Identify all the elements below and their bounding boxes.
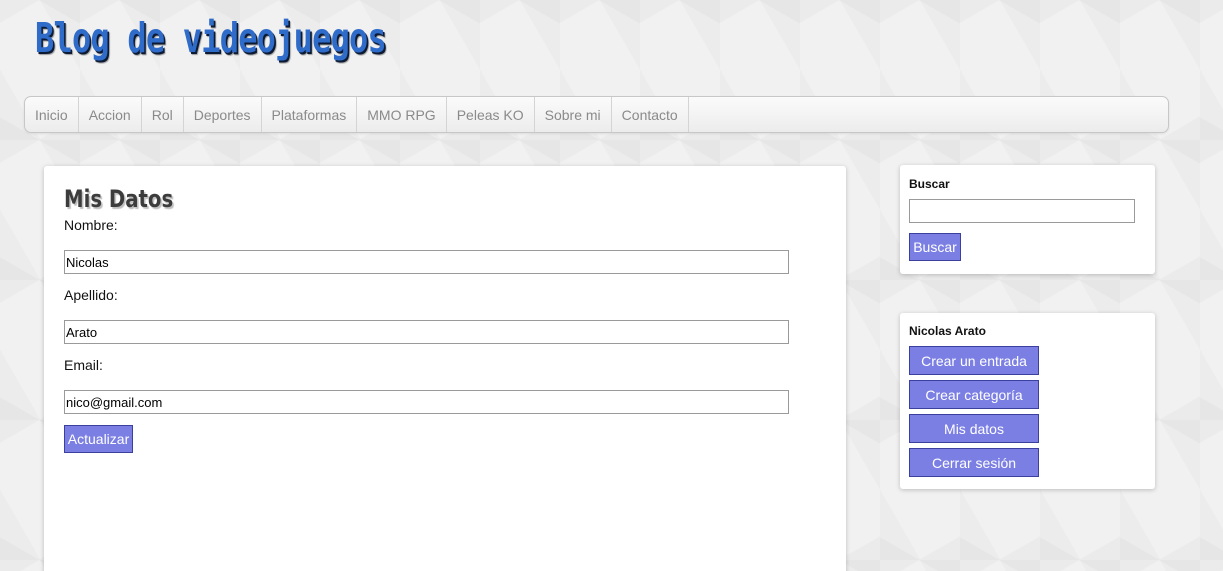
nav-item-deportes[interactable]: Deportes bbox=[184, 97, 262, 132]
search-button[interactable]: Buscar bbox=[909, 233, 961, 261]
nav-item-rol[interactable]: Rol bbox=[142, 97, 184, 132]
create-entry-button[interactable]: Crear un entrada bbox=[909, 346, 1039, 375]
first-name-label: Nombre: bbox=[64, 217, 118, 233]
page-title: Mis Datos bbox=[64, 185, 174, 213]
email-label: Email: bbox=[64, 357, 103, 373]
logout-button[interactable]: Cerrar sesión bbox=[909, 448, 1039, 477]
my-data-panel: Mis Datos Nombre: Apellido: Email: Actua… bbox=[44, 166, 846, 571]
nav-item-peleas-ko[interactable]: Peleas KO bbox=[447, 97, 535, 132]
nav-item-sobre-mi[interactable]: Sobre mi bbox=[535, 97, 612, 132]
email-input[interactable] bbox=[64, 390, 789, 414]
site-title: Blog de videojuegos bbox=[35, 14, 387, 62]
my-data-button[interactable]: Mis datos bbox=[909, 414, 1039, 443]
create-category-button[interactable]: Crear categoría bbox=[909, 380, 1039, 409]
nav-item-mmo-rpg[interactable]: MMO RPG bbox=[357, 97, 447, 132]
user-widget: Nicolas Arato Crear un entrada Crear cat… bbox=[900, 313, 1155, 489]
nav-item-plataformas[interactable]: Plataformas bbox=[262, 97, 358, 132]
first-name-input[interactable] bbox=[64, 250, 789, 274]
search-input[interactable] bbox=[909, 199, 1135, 223]
nav-item-contacto[interactable]: Contacto bbox=[612, 97, 689, 132]
user-name: Nicolas Arato bbox=[909, 324, 986, 338]
search-widget: Buscar Buscar bbox=[900, 165, 1155, 274]
last-name-input[interactable] bbox=[64, 320, 789, 344]
update-button[interactable]: Actualizar bbox=[64, 425, 133, 453]
main-navigation: Inicio Accion Rol Deportes Plataformas M… bbox=[24, 96, 1169, 133]
last-name-label: Apellido: bbox=[64, 287, 118, 303]
nav-item-accion[interactable]: Accion bbox=[79, 97, 142, 132]
search-title: Buscar bbox=[909, 177, 950, 191]
nav-item-inicio[interactable]: Inicio bbox=[25, 97, 79, 132]
